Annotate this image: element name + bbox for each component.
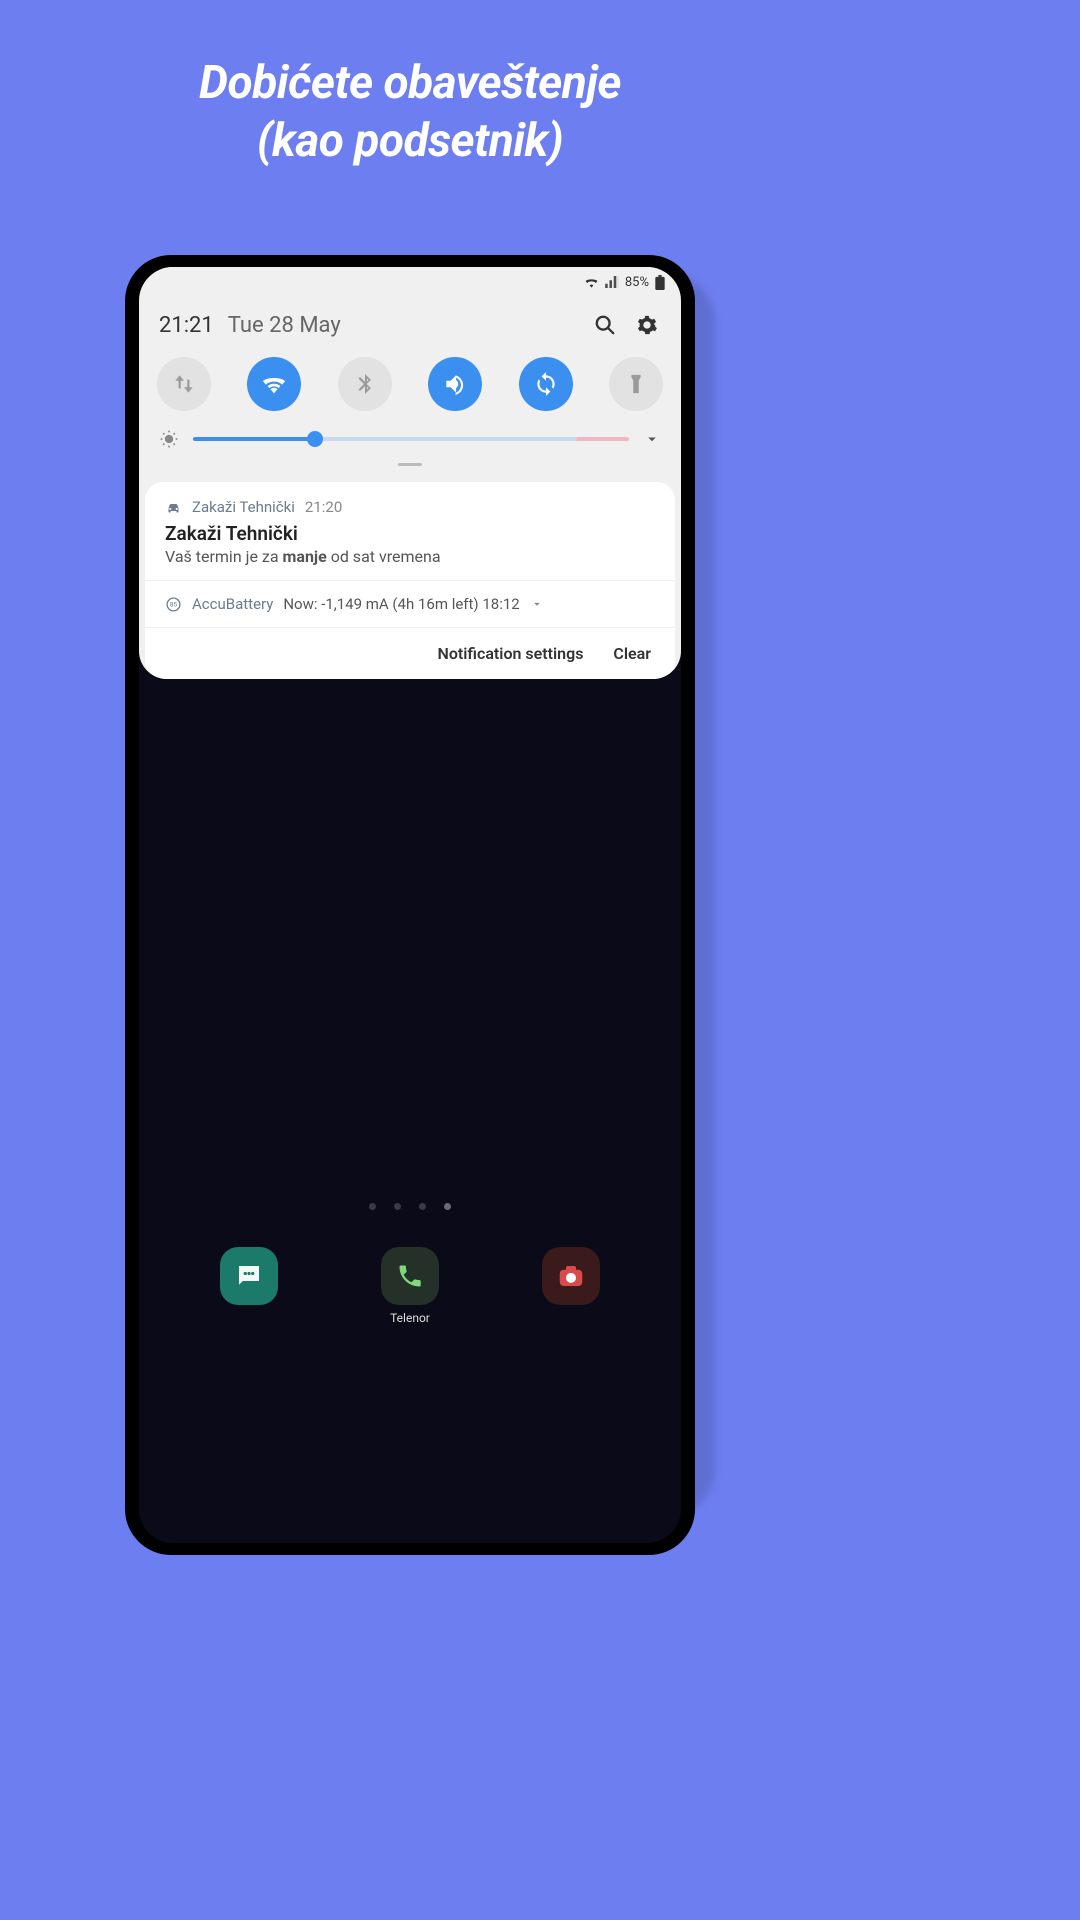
quick-settings-tiles [139,347,681,415]
settings-button[interactable] [633,311,661,339]
promo-headline: Dobićete obaveštenje (kao podsetnik) [0,0,820,170]
phone-frame: 85% 21:21 Tue 28 May [125,255,695,1555]
messages-app[interactable] [220,1247,278,1325]
clear-notifications-button[interactable]: Clear [613,644,651,663]
mobile-data-tile[interactable] [157,357,211,411]
notification-item[interactable]: 85 AccuBattery Now: -1,149 mA (4h 16m le… [145,581,675,628]
phone-app[interactable]: Telenor [381,1247,439,1325]
page-dot [444,1203,451,1210]
chat-bubble-icon [220,1247,278,1305]
page-dot [394,1203,401,1210]
battery-status-icon: 85 [165,596,182,613]
page-indicator [139,1203,681,1210]
clock-time: 21:21 [159,313,214,338]
wifi-tile[interactable] [247,357,301,411]
phone-handset-icon [381,1247,439,1305]
flashlight-tile[interactable] [609,357,663,411]
home-screen-background: Telenor [139,947,681,1543]
phone-screen: 85% 21:21 Tue 28 May [139,267,681,1543]
notification-settings-button[interactable]: Notification settings [438,644,584,663]
page-dot [369,1203,376,1210]
notification-app-name: AccuBattery [192,595,273,613]
expand-quick-settings-button[interactable] [643,430,661,448]
auto-rotate-tile[interactable] [519,357,573,411]
chevron-down-icon[interactable] [530,597,544,611]
page-dot [419,1203,426,1210]
notification-summary: Now: -1,149 mA (4h 16m left) 18:12 [283,595,519,613]
battery-percent: 85% [625,275,649,290]
notification-timestamp: 21:20 [305,498,342,516]
brightness-slider[interactable] [193,437,629,441]
status-bar: 85% [139,267,681,297]
app-dock: Telenor [139,1247,681,1325]
svg-text:85: 85 [170,600,178,608]
shade-drag-handle[interactable] [139,457,681,476]
battery-icon [655,275,665,290]
camera-app[interactable] [542,1247,600,1325]
brightness-icon [159,429,179,449]
quick-settings-header: 21:21 Tue 28 May [139,297,681,347]
signal-icon [605,276,619,288]
notification-app-name: Zakaži Tehnički [192,498,295,516]
camera-icon [542,1247,600,1305]
sound-tile[interactable] [428,357,482,411]
headline-line-2: (kao podsetnik) [40,113,780,171]
notifications-list: Zakaži Tehnički 21:20 Zakaži Tehnički Va… [145,482,675,628]
notification-title: Zakaži Tehnički [165,522,655,545]
notification-body: Vaš termin je za manje od sat vremena [165,547,655,566]
wifi-icon [584,276,599,288]
slider-thumb[interactable] [307,431,323,447]
headline-line-1: Dobićete obaveštenje [40,55,780,113]
app-label: Telenor [390,1311,430,1325]
search-button[interactable] [591,311,619,339]
brightness-row [139,415,681,457]
notification-item[interactable]: Zakaži Tehnički 21:20 Zakaži Tehnički Va… [145,482,675,581]
clock-date: Tue 28 May [228,313,577,338]
car-icon [165,499,182,516]
notification-actions-bar: Notification settings Clear [145,628,675,679]
notification-shade[interactable]: 85% 21:21 Tue 28 May [139,267,681,679]
bluetooth-tile[interactable] [338,357,392,411]
